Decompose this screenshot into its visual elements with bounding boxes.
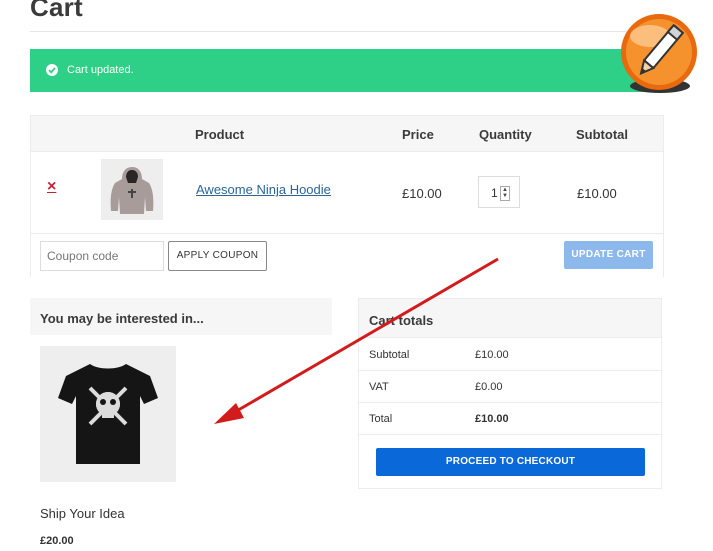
totals-label: VAT: [369, 381, 389, 393]
product-link[interactable]: Awesome Ninja Hoodie: [196, 182, 331, 197]
totals-label: Total: [369, 413, 393, 425]
remove-icon[interactable]: ×: [47, 178, 56, 196]
header-quantity: Quantity: [479, 127, 532, 142]
product-subtotal: £10.00: [577, 186, 617, 201]
cart-totals-panel: Cart totals Subtotal £10.00 VAT £0.00 To…: [358, 298, 662, 489]
cart-table-header: Product Price Quantity Subtotal: [31, 116, 663, 152]
table-row: × Awesome Ninja Hoodie £10.00 1 ▲ ▼ £10.0…: [31, 152, 663, 234]
cart-totals-title: Cart totals: [369, 313, 434, 328]
page-title: Cart: [30, 0, 83, 22]
product-price: £10.00: [402, 186, 442, 201]
header-product: Product: [195, 127, 245, 142]
totals-label: Subtotal: [369, 349, 410, 361]
proceed-to-checkout-button[interactable]: PROCEED TO CHECKOUT: [376, 448, 645, 476]
cart-table: Product Price Quantity Subtotal × Awesom…: [30, 115, 664, 277]
hoodie-thumbnail[interactable]: [101, 159, 163, 220]
notice-message: Cart updated.: [67, 64, 134, 76]
spinner-arrows-icon[interactable]: ▲ ▼: [500, 186, 510, 201]
cross-sell-product-name[interactable]: Ship Your Idea: [40, 506, 125, 521]
cross-sells-heading: You may be interested in...: [30, 298, 332, 335]
check-circle-icon: [46, 64, 58, 76]
header-price: Price: [402, 127, 434, 142]
cart-totals-header: Cart totals: [359, 299, 661, 338]
header-subtotal: Subtotal: [576, 127, 628, 142]
cross-sell-product-price: £20.00: [40, 535, 74, 547]
coupon-input[interactable]: Coupon code: [40, 241, 164, 271]
tshirt-product-image[interactable]: [40, 346, 176, 482]
pencil-app-icon: [618, 12, 700, 94]
totals-value: £10.00: [475, 413, 509, 425]
totals-value: £0.00: [475, 381, 503, 393]
quantity-value: 1: [491, 186, 498, 200]
totals-row-total: Total £10.00: [359, 402, 661, 435]
cross-sells-title: You may be interested in...: [40, 311, 204, 326]
totals-row-vat: VAT £0.00: [359, 370, 661, 403]
quantity-stepper[interactable]: 1 ▲ ▼: [478, 176, 520, 208]
totals-value: £10.00: [475, 349, 509, 361]
update-cart-button[interactable]: UPDATE CART: [564, 241, 653, 269]
totals-row-subtotal: Subtotal £10.00: [359, 338, 661, 371]
cart-updated-notice: Cart updated.: [30, 49, 670, 92]
apply-coupon-button[interactable]: APPLY COUPON: [168, 241, 267, 271]
title-divider: [30, 31, 662, 32]
